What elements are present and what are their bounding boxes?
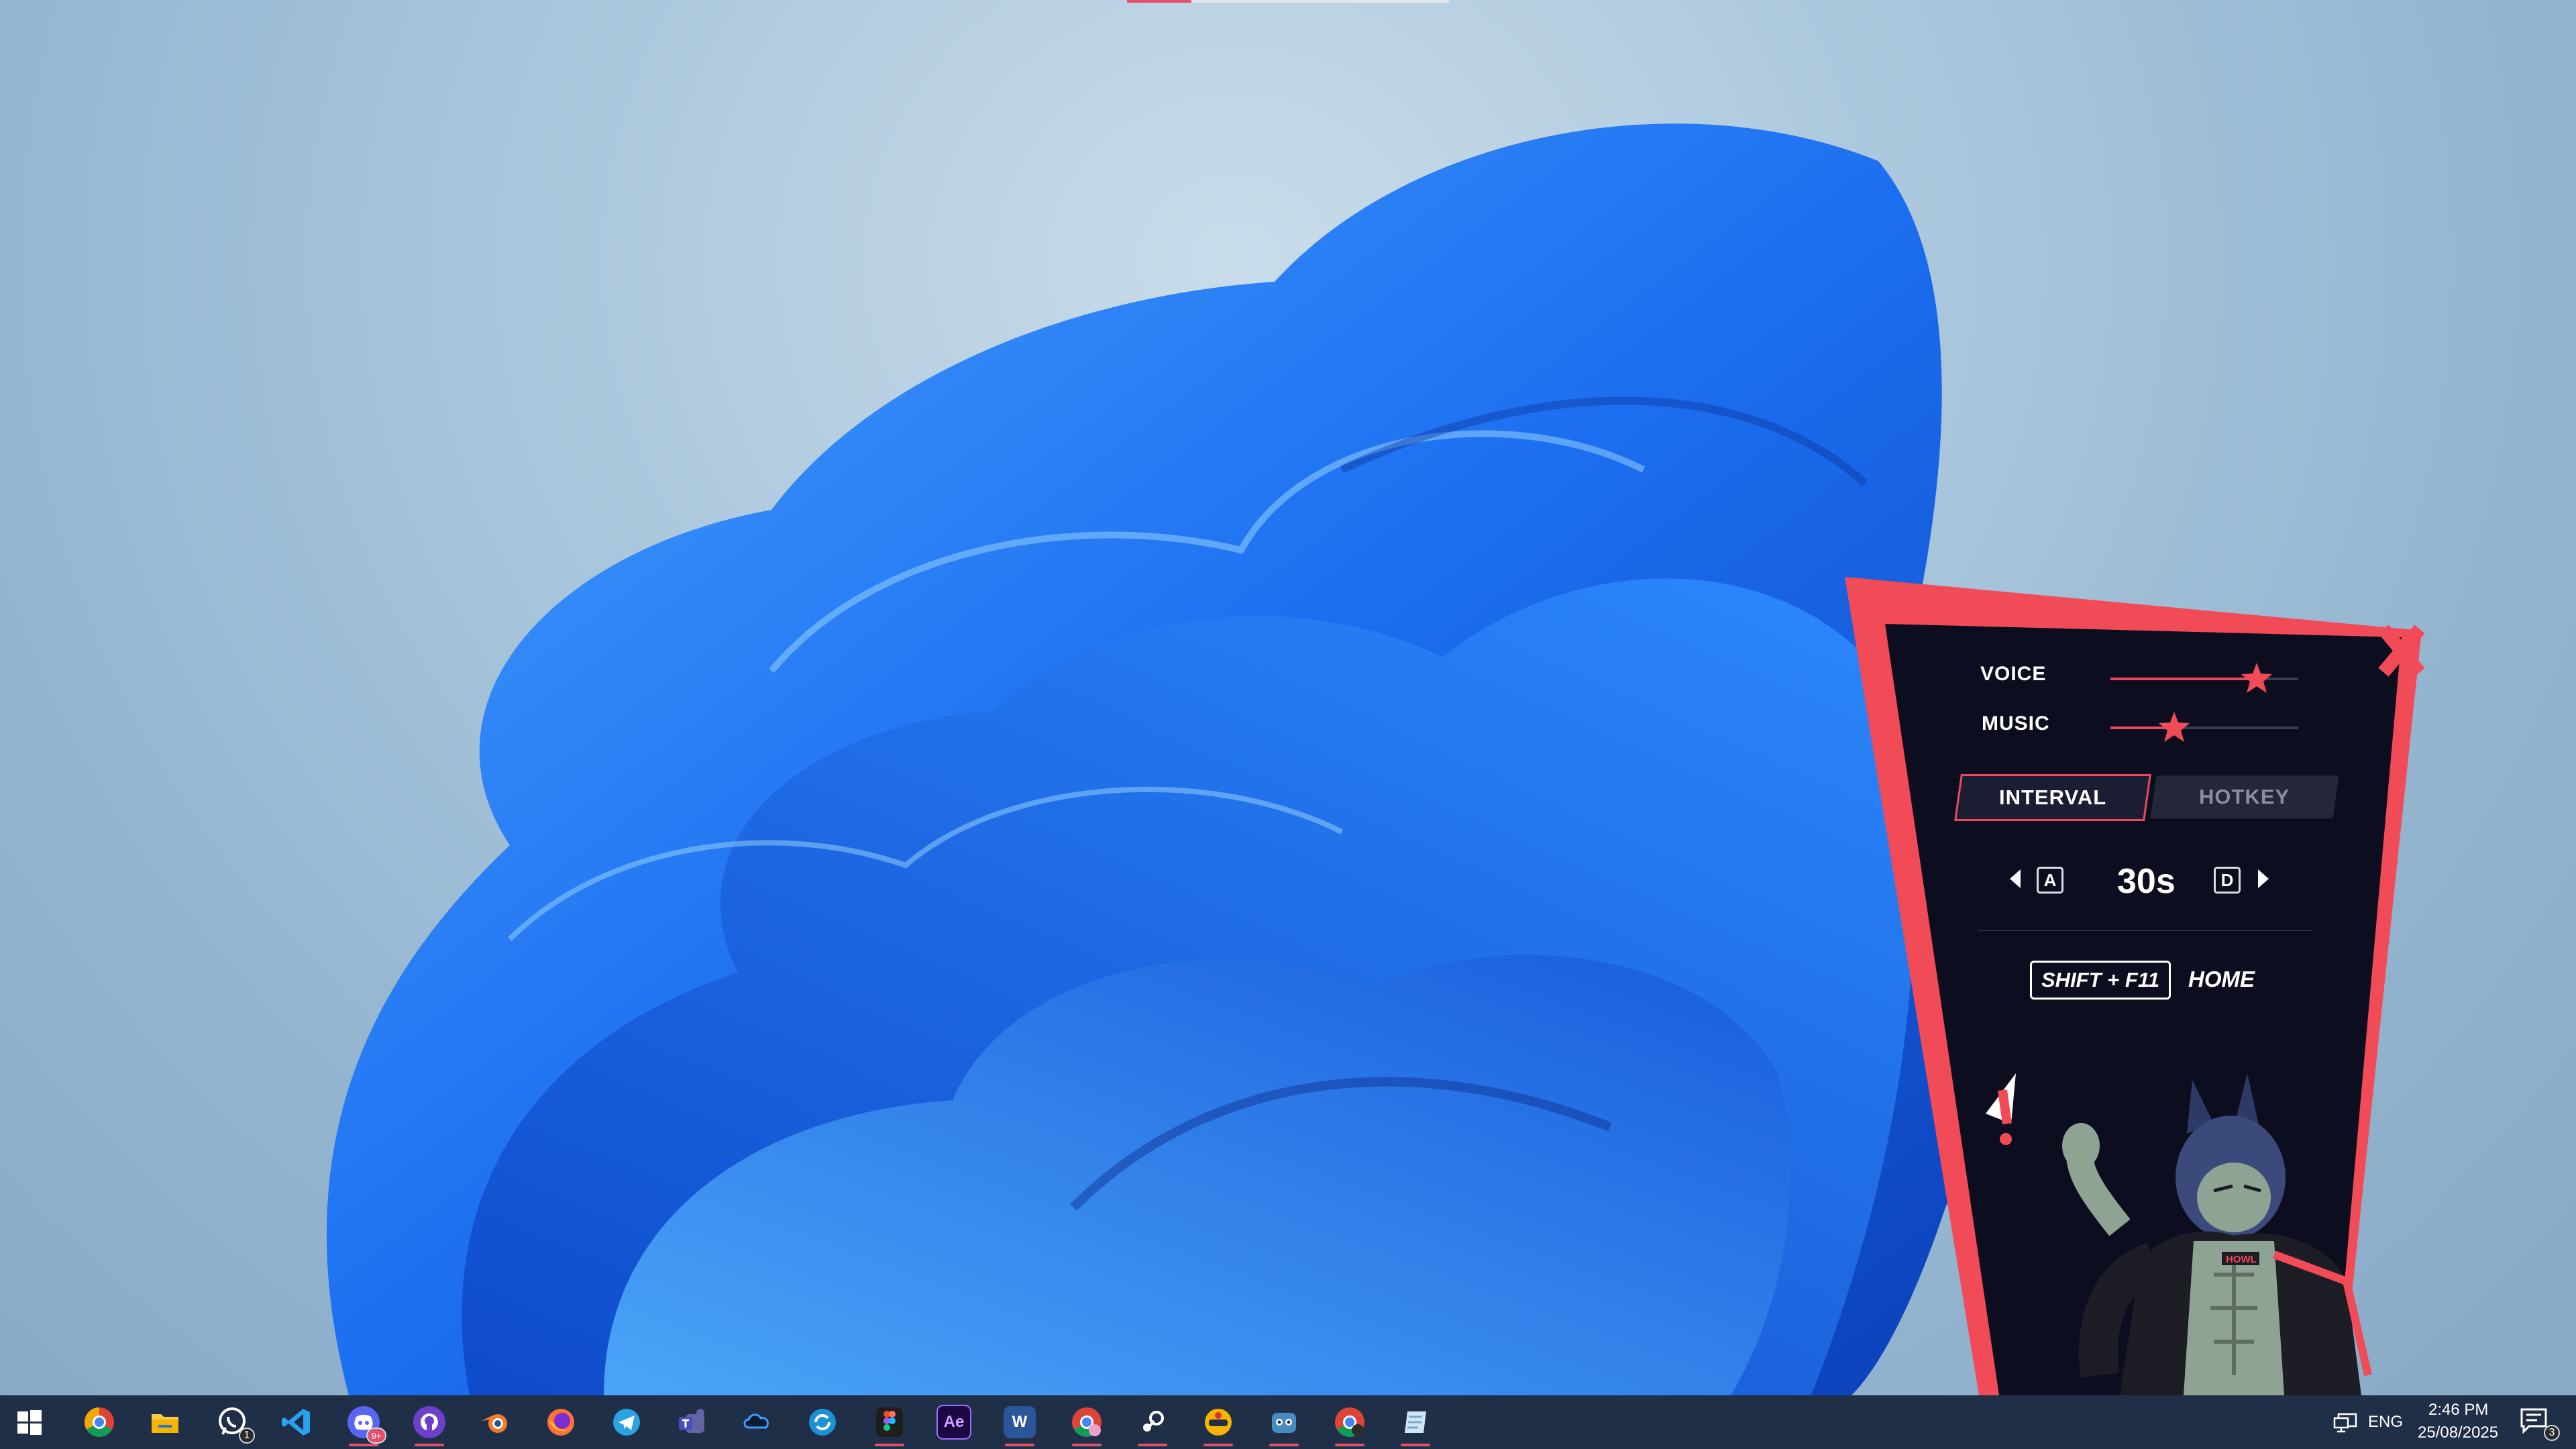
taskbar-firefox[interactable]	[541, 1402, 581, 1442]
cloud-app-icon	[743, 1413, 769, 1429]
start-icon	[17, 1410, 42, 1435]
godot-active-indicator	[1269, 1444, 1299, 1446]
github-active-indicator	[415, 1444, 444, 1446]
taskbar-whatsapp[interactable]: 1	[212, 1402, 255, 1444]
tab-hotkey-label: HOTKEY	[2199, 785, 2290, 808]
steam-icon	[1143, 1411, 1164, 1432]
discord-active-indicator	[349, 1444, 378, 1446]
taskbar-godot[interactable]	[1264, 1402, 1304, 1446]
taskbar-word[interactable]: W	[1000, 1402, 1040, 1446]
tab-hotkey[interactable]: HOTKEY	[2150, 775, 2339, 818]
taskbar-blender[interactable]	[475, 1402, 515, 1442]
tab-interval[interactable]: INTERVAL	[1954, 774, 2151, 821]
taskbar-figma[interactable]	[869, 1402, 910, 1446]
github-icon	[413, 1406, 445, 1438]
taskbar-chrome-profile[interactable]	[1067, 1402, 1107, 1446]
file-explorer-icon	[152, 1414, 178, 1433]
vscode-icon	[282, 1409, 310, 1436]
steam-active-indicator	[1138, 1444, 1167, 1446]
word-icon: W	[1004, 1406, 1036, 1438]
chrome-icon	[85, 1407, 114, 1437]
figma-active-indicator	[875, 1444, 904, 1446]
notification-count-badge: 3	[2544, 1425, 2560, 1441]
network-icon[interactable]	[2333, 1413, 2357, 1433]
firefox-icon	[547, 1409, 574, 1436]
voice-label: VOICE	[1980, 663, 2047, 685]
widget-divider	[1978, 930, 2313, 931]
chrome-profile-active-indicator	[1072, 1444, 1102, 1446]
clock-time[interactable]: 2:46 PM	[2428, 1401, 2488, 1419]
svg-text:HOWL: HOWL	[2226, 1254, 2257, 1265]
taskbar-teams[interactable]	[672, 1402, 712, 1442]
decrease-interval-arrow[interactable]	[2010, 869, 2021, 888]
taskbar-after-effects[interactable]: Ae	[934, 1402, 974, 1442]
clock-date[interactable]: 25/08/2025	[2418, 1424, 2498, 1442]
language-indicator[interactable]: ENG	[2368, 1413, 2403, 1432]
taskbar-game-app[interactable]	[1198, 1402, 1238, 1446]
taskbar-discord[interactable]: 9+	[343, 1402, 386, 1446]
taskbar-telegram[interactable]	[606, 1402, 647, 1442]
taskbar-cloud-app[interactable]	[737, 1402, 777, 1442]
interval-value: 30s	[2117, 862, 2176, 901]
increase-key-hint: D	[2214, 867, 2241, 894]
game-app-active-indicator	[1203, 1444, 1233, 1446]
discord-badge: 9+	[366, 1428, 386, 1444]
close-icon[interactable]	[2368, 617, 2435, 684]
start-button[interactable]	[9, 1402, 50, 1442]
music-volume-slider[interactable]	[2110, 712, 2298, 742]
decrease-key-hint: A	[2037, 867, 2063, 894]
taskbar-file-explorer[interactable]	[145, 1402, 185, 1442]
window-drag-indicator	[1127, 0, 1449, 3]
tab-interval-label: INTERVAL	[1998, 786, 2107, 809]
taskbar-notes-app[interactable]	[1395, 1402, 1436, 1446]
taskbar-steam[interactable]	[1132, 1402, 1173, 1446]
voice-slider-thumb[interactable]	[2240, 661, 2273, 695]
notification-center-button[interactable]: 3	[2520, 1407, 2560, 1441]
hotkey-action-label: HOME	[2188, 967, 2255, 991]
taskbar: 1 9+ Ae W ENG 2:46 PM 25/08/2025 3	[0, 1395, 2576, 1449]
godot-icon	[1272, 1413, 1296, 1433]
notes-app-icon	[1405, 1411, 1426, 1433]
blender-icon	[482, 1414, 507, 1433]
teams-icon	[679, 1409, 704, 1433]
taskbar-sync-app[interactable]	[802, 1402, 843, 1442]
telegram-icon	[613, 1409, 640, 1436]
chrome-profile-icon	[1072, 1407, 1102, 1437]
chrome-dev-active-indicator	[1335, 1444, 1364, 1446]
after-effects-icon: Ae	[936, 1405, 971, 1440]
word-active-indicator	[1005, 1444, 1034, 1446]
taskbar-chrome[interactable]	[79, 1402, 119, 1442]
mascot-character-image: HOWL	[1986, 1073, 2372, 1395]
taskbar-vscode[interactable]	[276, 1402, 317, 1442]
hotkey-combo-box[interactable]: SHIFT + F11	[2030, 961, 2171, 1000]
increase-interval-arrow[interactable]	[2258, 869, 2269, 888]
taskbar-github[interactable]	[409, 1402, 449, 1446]
notes-app-active-indicator	[1401, 1444, 1430, 1446]
whatsapp-badge: 1	[239, 1428, 255, 1444]
voice-slider-fill	[2110, 678, 2257, 680]
voice-overlay-widget: VOICE MUSIC INTERVAL HOTKEY A 30s D SHIF…	[1825, 564, 2442, 1395]
sync-app-icon	[809, 1409, 836, 1436]
chrome-dev-icon	[1335, 1407, 1364, 1437]
voice-volume-slider[interactable]	[2110, 663, 2298, 693]
taskbar-chrome-dev[interactable]	[1330, 1402, 1370, 1446]
game-app-icon	[1205, 1409, 1232, 1436]
music-label: MUSIC	[1982, 712, 2050, 735]
figma-icon	[876, 1407, 903, 1437]
music-slider-thumb[interactable]	[2157, 710, 2191, 744]
